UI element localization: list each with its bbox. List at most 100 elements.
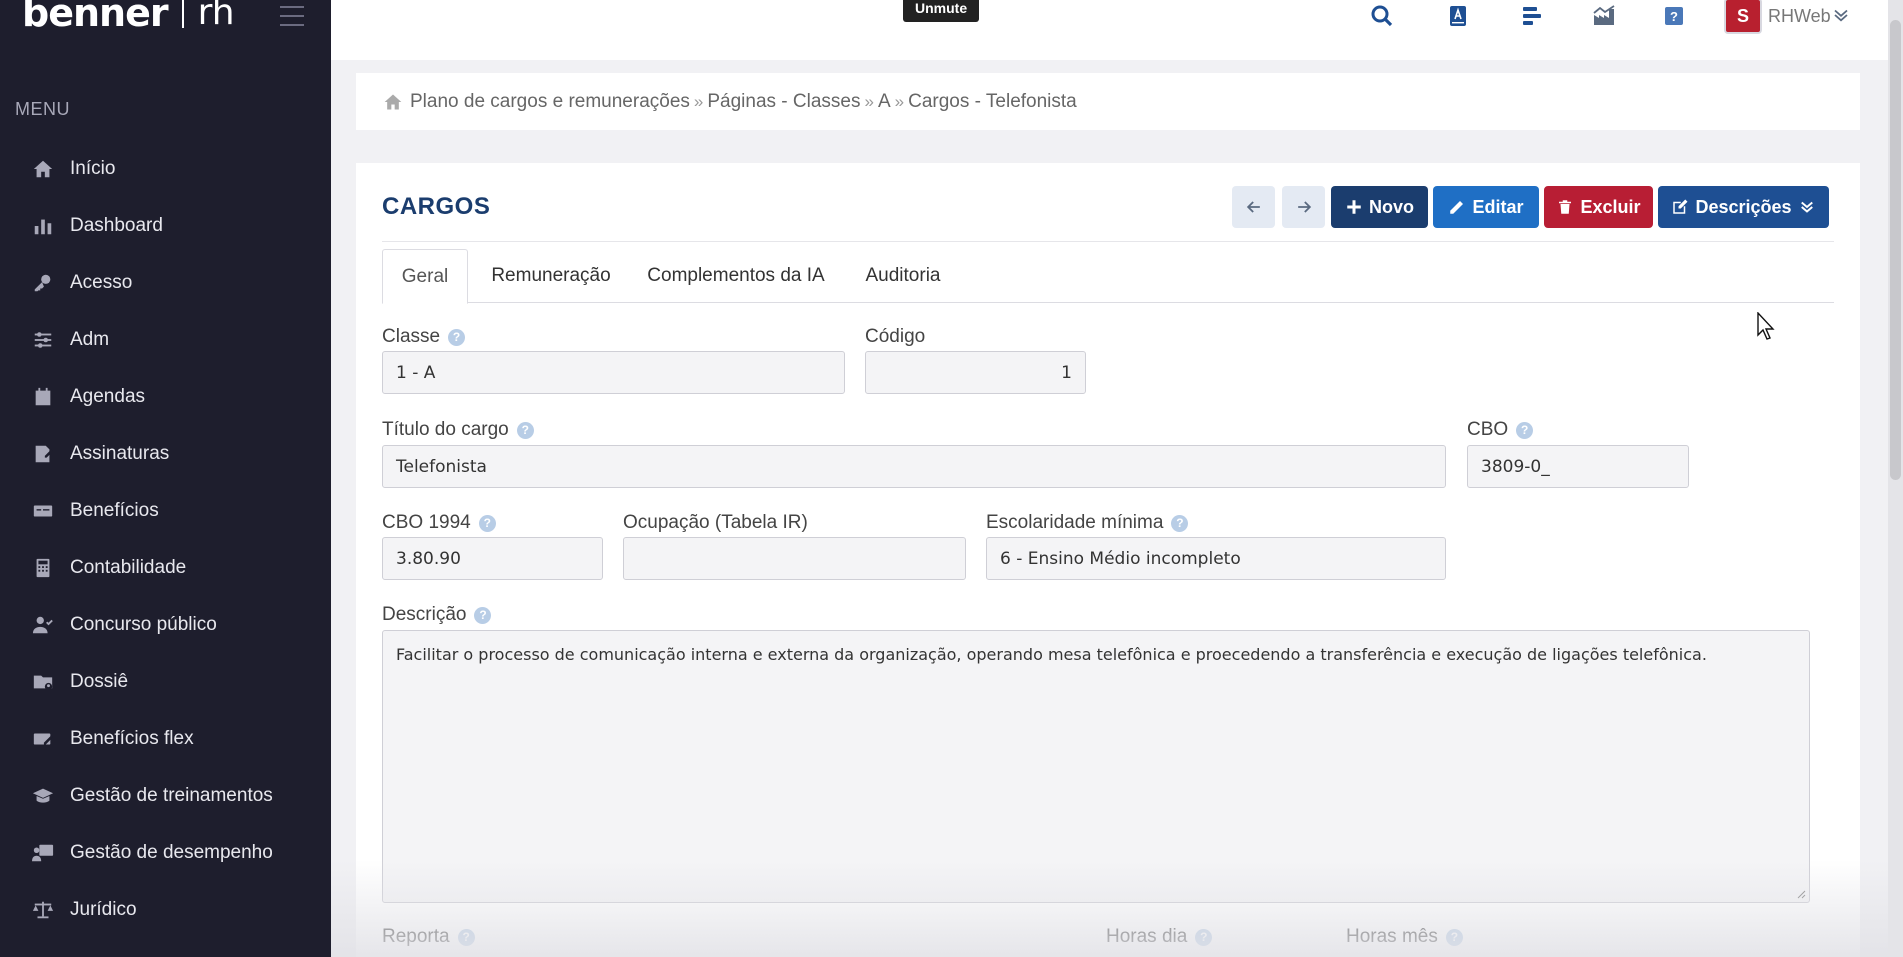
codigo-field[interactable]: 1 bbox=[865, 351, 1086, 394]
mouse-cursor-icon bbox=[1757, 312, 1775, 340]
sidebar-item-dashboard[interactable]: Dashboard bbox=[0, 197, 331, 254]
scrollbar-thumb[interactable] bbox=[1890, 20, 1901, 480]
chevron-down-icon bbox=[1800, 201, 1813, 213]
horas-mes-label-text: Horas mês bbox=[1346, 926, 1438, 947]
sidebar-item-acesso[interactable]: Acesso bbox=[0, 254, 331, 311]
tab-complementos-ia[interactable]: Complementos da IA bbox=[636, 249, 836, 303]
descricoes-dropdown-button[interactable]: Descrições bbox=[1658, 186, 1829, 228]
titulo-field[interactable]: Telefonista bbox=[382, 445, 1446, 488]
help-icon[interactable]: ? bbox=[448, 328, 466, 346]
escolaridade-select[interactable]: 6 - Ensino Médio incompleto bbox=[986, 537, 1446, 580]
industry-chart-icon[interactable] bbox=[1590, 2, 1618, 30]
plus-icon bbox=[1347, 200, 1361, 214]
dictionary-icon[interactable] bbox=[1444, 2, 1472, 30]
descricao-text: Facilitar o processo de comunicação inte… bbox=[396, 645, 1707, 664]
main-card: CARGOS Novo Editar Excluir Descrições Ge… bbox=[356, 163, 1860, 957]
card-flex-icon bbox=[30, 728, 56, 750]
hamburger-menu-icon[interactable] bbox=[280, 6, 304, 26]
help-icon[interactable]: ? bbox=[1195, 928, 1213, 946]
breadcrumb-item[interactable]: Plano de cargos e remunerações bbox=[410, 91, 690, 113]
sidebar-item-adm[interactable]: Adm bbox=[0, 311, 331, 368]
resize-handle-icon[interactable] bbox=[1796, 889, 1806, 899]
sidebar-item-dossie[interactable]: Dossiê bbox=[0, 653, 331, 710]
cbo1994-label: CBO 1994 ? bbox=[382, 512, 496, 534]
sidebar-item-agendas[interactable]: Agendas bbox=[0, 368, 331, 425]
cbo-field[interactable]: 3809-0_ bbox=[1467, 445, 1689, 488]
help-icon[interactable]: ? bbox=[516, 421, 534, 439]
help-icon[interactable]: ? bbox=[1516, 421, 1534, 439]
help-icon[interactable]: ? bbox=[1660, 2, 1688, 30]
classe-field[interactable]: 1 - A bbox=[382, 351, 845, 394]
brand-logo[interactable]: benner rh bbox=[22, 0, 235, 32]
sidebar-item-label: Dashboard bbox=[70, 214, 163, 236]
pencil-icon bbox=[1450, 201, 1464, 214]
tab-remuneracao[interactable]: Remuneração bbox=[476, 249, 626, 303]
sidebar-item-label: Dossiê bbox=[70, 670, 129, 692]
avatar[interactable]: S bbox=[1724, 0, 1762, 34]
breadcrumb-item-current: Cargos - Telefonista bbox=[908, 90, 1077, 112]
breadcrumb-item[interactable]: A bbox=[878, 91, 891, 113]
excluir-button-label: Excluir bbox=[1580, 196, 1641, 217]
escolaridade-label-text: Escolaridade mínima bbox=[986, 512, 1164, 533]
sliders-icon bbox=[30, 329, 56, 351]
cbo-label: CBO ? bbox=[1467, 419, 1534, 441]
cbo1994-label-text: CBO 1994 bbox=[382, 512, 471, 533]
sidebar-item-beneficios-flex[interactable]: Benefícios flex bbox=[0, 710, 331, 767]
home-icon[interactable] bbox=[382, 92, 404, 112]
sidebar-item-beneficios[interactable]: Benefícios bbox=[0, 482, 331, 539]
tasks-icon[interactable] bbox=[1518, 2, 1546, 30]
search-icon[interactable] bbox=[1368, 2, 1396, 30]
help-icon[interactable]: ? bbox=[478, 514, 496, 532]
tab-auditoria[interactable]: Auditoria bbox=[848, 249, 958, 303]
ocupacao-field[interactable] bbox=[623, 537, 966, 580]
breadcrumb-separator-icon: » bbox=[894, 91, 905, 111]
classe-label: Classe ? bbox=[382, 326, 466, 348]
sidebar-item-gestao-treinamentos[interactable]: Gestão de treinamentos bbox=[0, 767, 331, 824]
page-title: CARGOS bbox=[382, 193, 491, 220]
tab-bar: Geral Remuneração Complementos da IA Aud… bbox=[382, 249, 1834, 304]
sidebar-item-contabilidade[interactable]: Contabilidade bbox=[0, 539, 331, 596]
trash-icon bbox=[1559, 200, 1572, 214]
brand-divider bbox=[181, 0, 184, 28]
money-icon bbox=[30, 500, 56, 522]
tab-geral[interactable]: Geral bbox=[382, 249, 468, 304]
help-icon[interactable]: ? bbox=[1445, 928, 1463, 946]
breadcrumb-separator-icon: » bbox=[864, 91, 874, 111]
help-icon[interactable]: ? bbox=[457, 928, 475, 946]
breadcrumb-item[interactable]: Páginas - Classes bbox=[707, 91, 860, 113]
sidebar-item-gestao-desempenho[interactable]: Gestão de desempenho bbox=[0, 824, 331, 881]
sidebar-item-assinaturas[interactable]: Assinaturas bbox=[0, 425, 331, 482]
sidebar-item-juridico[interactable]: Jurídico bbox=[0, 881, 331, 938]
sidebar-item-label: Acesso bbox=[70, 271, 133, 293]
unmute-button[interactable]: Unmute bbox=[903, 0, 980, 22]
excluir-button[interactable]: Excluir bbox=[1544, 186, 1653, 228]
presentation-icon bbox=[30, 842, 56, 864]
menu-heading: MENU bbox=[15, 99, 70, 119]
chevron-down-icon[interactable] bbox=[1832, 6, 1850, 24]
signature-icon bbox=[30, 443, 56, 465]
reporta-label-text: Reporta bbox=[382, 926, 450, 947]
sidebar-item-label: Gestão de treinamentos bbox=[70, 784, 273, 806]
horas-mes-label: Horas mês ? bbox=[1346, 926, 1463, 948]
sidebar-item-label: Concurso público bbox=[70, 613, 217, 635]
sidebar-item-inicio[interactable]: Início bbox=[0, 140, 331, 197]
next-record-button[interactable] bbox=[1282, 186, 1325, 228]
cbo1994-field[interactable]: 3.80.90 bbox=[382, 537, 603, 580]
arrow-left-icon bbox=[1246, 201, 1260, 213]
sidebar-item-label: Agendas bbox=[70, 385, 146, 407]
previous-record-button[interactable] bbox=[1232, 186, 1275, 228]
descricao-textarea[interactable]: Facilitar o processo de comunicação inte… bbox=[382, 630, 1810, 903]
user-name[interactable]: RHWeb bbox=[1768, 6, 1831, 27]
editar-button-label: Editar bbox=[1472, 196, 1524, 217]
descricao-label-text: Descrição bbox=[382, 604, 467, 625]
help-icon[interactable]: ? bbox=[474, 606, 492, 624]
divider bbox=[382, 241, 1834, 242]
sidebar-item-concurso-publico[interactable]: Concurso público bbox=[0, 596, 331, 653]
scale-icon bbox=[30, 899, 56, 921]
breadcrumb-separator-icon: » bbox=[693, 91, 704, 111]
help-icon[interactable]: ? bbox=[1171, 514, 1189, 532]
titulo-label: Título do cargo ? bbox=[382, 419, 534, 441]
editar-button[interactable]: Editar bbox=[1433, 186, 1539, 228]
novo-button[interactable]: Novo bbox=[1331, 186, 1428, 228]
sidebar-item-label: Assinaturas bbox=[70, 442, 170, 464]
